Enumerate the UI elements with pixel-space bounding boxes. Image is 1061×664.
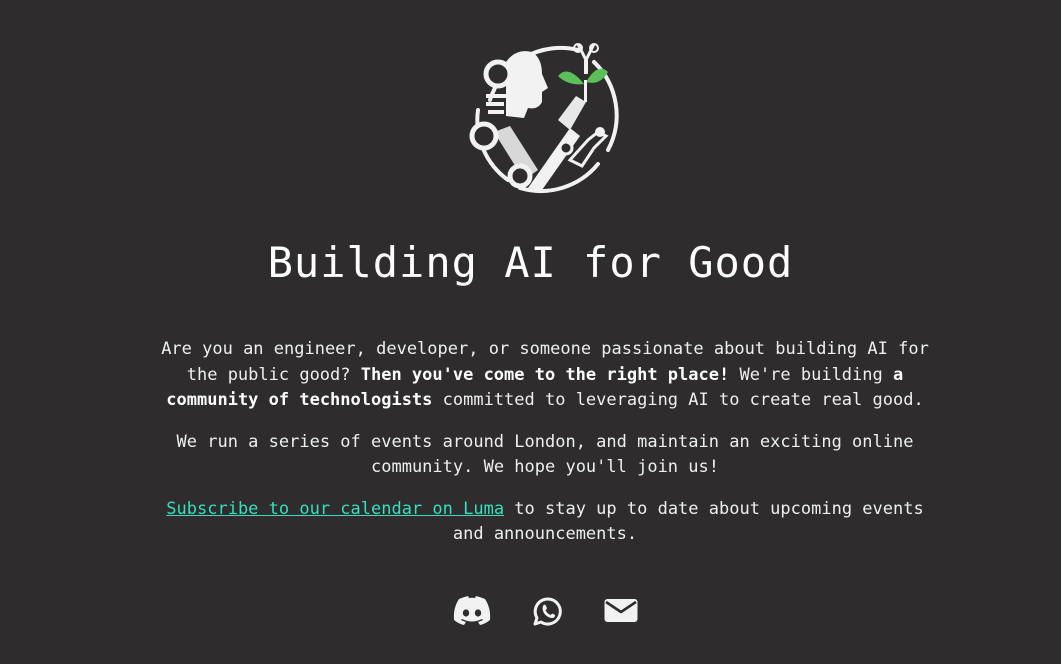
events-paragraph: We run a series of events around London,… bbox=[176, 431, 914, 478]
intro-text-2: We're building bbox=[729, 364, 893, 385]
page-title: Building AI for Good bbox=[267, 238, 794, 287]
subscribe-paragraph: Subscribe to our calendar on Luma to sta… bbox=[150, 497, 940, 548]
intro-paragraph: Are you an engineer, developer, or someo… bbox=[150, 337, 940, 414]
page: Building AI for Good Are you an engineer… bbox=[0, 0, 1061, 664]
whatsapp-icon bbox=[533, 596, 563, 628]
robot-plant-logo-icon bbox=[458, 40, 624, 198]
intro-bold-1: Then you've come to the right place! bbox=[360, 364, 730, 385]
email-link[interactable] bbox=[604, 596, 638, 632]
discord-icon bbox=[453, 596, 491, 626]
whatsapp-link[interactable] bbox=[533, 596, 563, 632]
discord-link[interactable] bbox=[453, 596, 491, 632]
intro-text-3: committed to leveraging AI to create rea… bbox=[432, 390, 924, 410]
intro-content: Are you an engineer, developer, or someo… bbox=[150, 337, 940, 564]
envelope-icon bbox=[604, 596, 638, 624]
subscribe-text: to stay up to date about upcoming events… bbox=[452, 498, 924, 545]
luma-calendar-link[interactable]: Subscribe to our calendar on Luma bbox=[166, 499, 504, 519]
social-links bbox=[0, 596, 1061, 636]
